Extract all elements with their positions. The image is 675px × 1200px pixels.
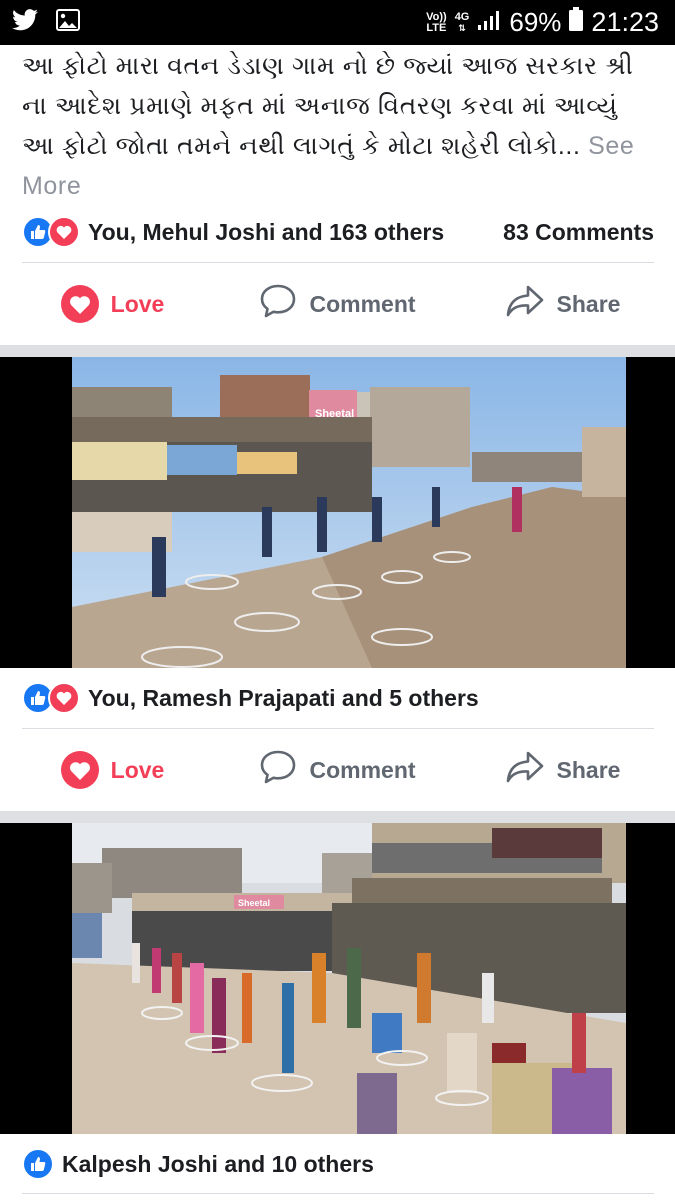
comment-label: Comment [309, 290, 416, 317]
signal-icon [477, 7, 501, 38]
village-queue-photo: Sheetal [72, 823, 626, 1134]
love-icon [60, 285, 99, 323]
battery-percent: 69% [509, 7, 562, 37]
comments-count[interactable]: 83 Comments [503, 219, 654, 246]
comment-icon [259, 283, 297, 325]
reactions-text: Kalpesh Joshi and 10 others [62, 1150, 374, 1177]
network-type: 4G ⇅ [454, 10, 470, 33]
status-bar: Vo)) LTE 4G ⇅ 69% 21:23 [0, 0, 675, 45]
post-actions: Love Comment Share [0, 730, 675, 810]
love-label: Love [110, 756, 165, 783]
post-body: આ ફોટો મારા વતન ડેડાણ ગામ નો છે જ્યાં આજ… [22, 52, 634, 160]
twitter-icon [12, 9, 38, 36]
love-icon [60, 751, 99, 789]
reactions-summary[interactable]: You, Mehul Joshi and 163 others 83 Comme… [22, 207, 654, 257]
battery-icon [569, 7, 584, 38]
clock: 21:23 [591, 7, 659, 37]
like-reaction-icon [22, 1148, 54, 1180]
share-button[interactable]: Share [450, 749, 675, 791]
post-separator [0, 811, 675, 823]
comment-icon [259, 749, 297, 791]
village-street-photo: Sheetal [72, 357, 626, 668]
share-label: Share [556, 290, 621, 317]
comment-button[interactable]: Comment [225, 749, 450, 791]
comment-button[interactable]: Comment [225, 283, 450, 325]
comment-label: Comment [309, 756, 416, 783]
shop-sign: Sheetal [238, 898, 270, 908]
reactions-summary[interactable]: Kalpesh Joshi and 10 others [22, 1139, 654, 1189]
share-button[interactable]: Share [450, 283, 675, 325]
love-label: Love [110, 290, 165, 317]
gallery-icon [56, 9, 80, 36]
post-separator [0, 345, 675, 357]
post-photo[interactable]: Sheetal [0, 823, 675, 1134]
divider [22, 1193, 654, 1194]
share-icon [505, 749, 545, 791]
love-button[interactable]: Love [0, 285, 225, 323]
reactions-text: You, Mehul Joshi and 163 others [88, 218, 445, 245]
love-button[interactable]: Love [0, 751, 225, 789]
post-actions: Love Comment Share [0, 264, 675, 344]
divider [22, 728, 654, 729]
volte-indicator: Vo)) LTE [426, 10, 447, 34]
love-reaction-icon [48, 682, 80, 714]
reactions-text: You, Ramesh Prajapati and 5 others [88, 684, 479, 711]
divider [22, 262, 654, 263]
reactions-summary[interactable]: You, Ramesh Prajapati and 5 others [22, 673, 654, 723]
share-label: Share [556, 756, 621, 783]
share-icon [505, 283, 545, 325]
post-photo[interactable]: Sheetal [0, 357, 675, 668]
love-reaction-icon [48, 216, 80, 248]
post-text: આ ફોટો મારા વતન ડેડાણ ગામ નો છે જ્યાં આજ… [22, 46, 654, 206]
